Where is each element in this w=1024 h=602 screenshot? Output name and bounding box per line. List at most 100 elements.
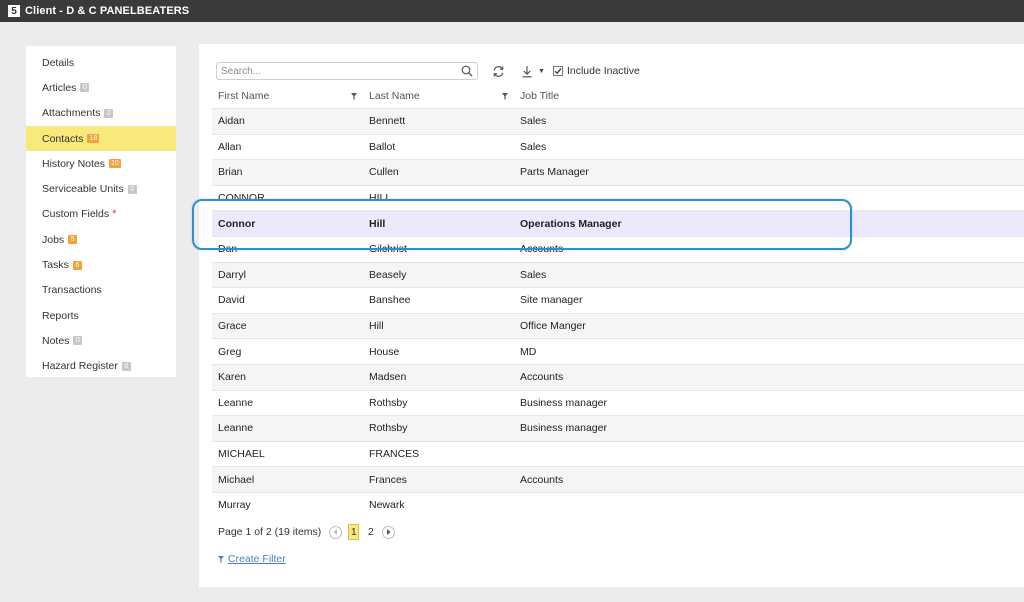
- count-badge: 0: [127, 184, 137, 194]
- sidebar-item-contacts[interactable]: Contacts 18: [26, 125, 176, 152]
- pager: Page 1 of 2 (19 items) 1 2: [218, 523, 396, 541]
- table-cell: Site manager: [520, 294, 583, 307]
- table-row[interactable]: Karen Madsen Accounts: [212, 363, 1024, 390]
- checkmark-icon: [554, 68, 562, 75]
- include-inactive-checkbox[interactable]: [552, 66, 563, 76]
- pager-page-1[interactable]: 1: [348, 524, 360, 540]
- table-row[interactable]: MICHAEL FRANCES: [212, 440, 1024, 467]
- contacts-panel: ▼ Include Inactive First Name Last Name …: [199, 44, 1024, 587]
- column-header-last-name[interactable]: Last Name: [363, 84, 514, 108]
- pager-summary: Page 1 of 2 (19 items): [218, 526, 322, 538]
- table-row[interactable]: Aidan Bennett Sales: [212, 108, 1024, 134]
- table-row[interactable]: Darryl Beasely Sales: [212, 261, 1024, 288]
- table-cell: Hill: [369, 217, 386, 230]
- table-cell: Business manager: [520, 396, 607, 409]
- include-inactive-label[interactable]: Include Inactive: [567, 65, 640, 77]
- pager-next-button[interactable]: [382, 525, 396, 539]
- table-row[interactable]: David Banshee Site manager: [212, 287, 1024, 313]
- table-cell: Rothsby: [369, 396, 408, 409]
- column-filter-icon[interactable]: [502, 93, 508, 100]
- table-cell: Gilchrist: [369, 243, 407, 256]
- sidebar-item-label: Contacts: [42, 132, 84, 145]
- count-badge: 0: [104, 108, 114, 118]
- table-cell: Frances: [369, 473, 407, 486]
- filter-icon: [218, 555, 224, 563]
- sidebar-item-notes[interactable]: Notes 0: [26, 328, 176, 353]
- create-filter-link[interactable]: Create Filter: [228, 553, 286, 565]
- grid-header: First Name Last Name Job Title: [212, 84, 1024, 108]
- table-cell: Rothsby: [369, 422, 408, 435]
- app-logo-icon: 5: [8, 5, 20, 17]
- table-cell: Newark: [369, 499, 405, 512]
- table-cell: Operations Manager: [520, 217, 622, 230]
- sidebar-item-label: Details: [42, 56, 75, 69]
- table-cell: MICHAEL: [218, 448, 265, 461]
- table-row[interactable]: Michael Frances Accounts: [212, 466, 1024, 492]
- table-row[interactable]: Leanne Rothsby Business manager: [212, 415, 1024, 441]
- pager-prev-button[interactable]: [329, 525, 343, 539]
- table-cell: Bennett: [369, 115, 406, 128]
- search-box[interactable]: [216, 62, 478, 80]
- sidebar-item-label: Transactions: [42, 284, 102, 297]
- table-row[interactable]: Leanne Rothsby Business manager: [212, 389, 1024, 416]
- chevron-left-icon: [333, 529, 338, 535]
- count-badge: 0: [80, 83, 90, 93]
- sidebar-item-tasks[interactable]: Tasks 6: [26, 252, 176, 277]
- table-row[interactable]: Murray Newark: [212, 491, 1024, 518]
- table-cell: Darryl: [218, 268, 246, 281]
- table-cell: Parts Manager: [520, 166, 589, 179]
- table-cell: Leanne: [218, 422, 254, 435]
- count-badge: 0: [73, 336, 83, 346]
- table-cell: Leanne: [218, 396, 254, 409]
- table-cell: Banshee: [369, 294, 411, 307]
- table-cell: Ballot: [369, 140, 396, 153]
- table-cell: Brian: [218, 166, 243, 179]
- window-title: Client - D & C PANELBEATERS: [25, 5, 190, 17]
- table-row[interactable]: Allan Ballot Sales: [212, 133, 1024, 160]
- sidebar-item-articles[interactable]: Articles 0: [26, 75, 176, 100]
- search-input[interactable]: [221, 65, 461, 77]
- table-cell: Sales: [520, 115, 547, 128]
- sidebar-item-custom-fields[interactable]: Custom Fields *: [26, 202, 176, 227]
- count-badge: 5: [68, 235, 78, 245]
- table-row[interactable]: CONNOR HILL: [212, 184, 1024, 211]
- table-cell: Accounts: [520, 243, 564, 256]
- sidebar-item-attachments[interactable]: Attachments 0: [26, 101, 176, 126]
- sidebar-item-label: Hazard Register: [42, 360, 118, 373]
- sidebar-item-history-notes[interactable]: History Notes 10: [26, 151, 176, 176]
- table-cell: Murray: [218, 499, 251, 512]
- sidebar-item-jobs[interactable]: Jobs 5: [26, 227, 176, 252]
- table-cell: Michael: [218, 473, 255, 486]
- sidebar: Details Articles 0 Attachments 0 Contacts 18 Hi…: [26, 46, 176, 377]
- grid-body: Aidan Bennett Sales Allan Ballot Sales Brian Cu…: [212, 108, 1024, 518]
- table-cell: Cullen: [369, 166, 399, 179]
- sidebar-item-label: Reports: [42, 309, 79, 322]
- sidebar-item-hazard-register[interactable]: Hazard Register 0: [26, 354, 176, 379]
- search-icon[interactable]: [461, 65, 473, 77]
- table-row[interactable]: Greg House MD: [212, 338, 1024, 364]
- chevron-right-icon: [387, 529, 391, 535]
- refresh-icon[interactable]: [492, 65, 505, 78]
- contacts-grid: First Name Last Name Job Title Aidan Benn…: [212, 84, 1024, 518]
- table-cell: Accounts: [520, 473, 564, 486]
- table-cell: Greg: [218, 345, 242, 358]
- sidebar-item-reports[interactable]: Reports: [26, 303, 176, 328]
- column-header-job-title[interactable]: Job Title: [514, 84, 1024, 108]
- column-header-first-name[interactable]: First Name: [212, 84, 363, 108]
- table-row[interactable]: Grace Hill Office Manger: [212, 312, 1024, 339]
- pager-page-2[interactable]: 2: [365, 524, 376, 540]
- download-icon[interactable]: [521, 65, 533, 78]
- sidebar-item-label: Tasks: [42, 259, 69, 272]
- table-row[interactable]: Connor Hill Operations Manager: [212, 210, 1024, 236]
- table-row[interactable]: Dan Gilchrist Accounts: [212, 235, 1024, 262]
- table-cell: Hill: [369, 320, 384, 333]
- table-cell: Sales: [520, 140, 547, 153]
- download-dropdown-caret-icon[interactable]: ▼: [538, 68, 545, 75]
- table-row[interactable]: Brian Cullen Parts Manager: [212, 159, 1024, 185]
- column-filter-icon[interactable]: [351, 93, 357, 100]
- sidebar-item-label: Notes: [42, 334, 70, 347]
- count-badge: 6: [72, 260, 82, 270]
- sidebar-item-details[interactable]: Details: [26, 50, 176, 75]
- sidebar-item-transactions[interactable]: Transactions: [26, 278, 176, 303]
- sidebar-item-serviceable-units[interactable]: Serviceable Units 0: [26, 176, 176, 201]
